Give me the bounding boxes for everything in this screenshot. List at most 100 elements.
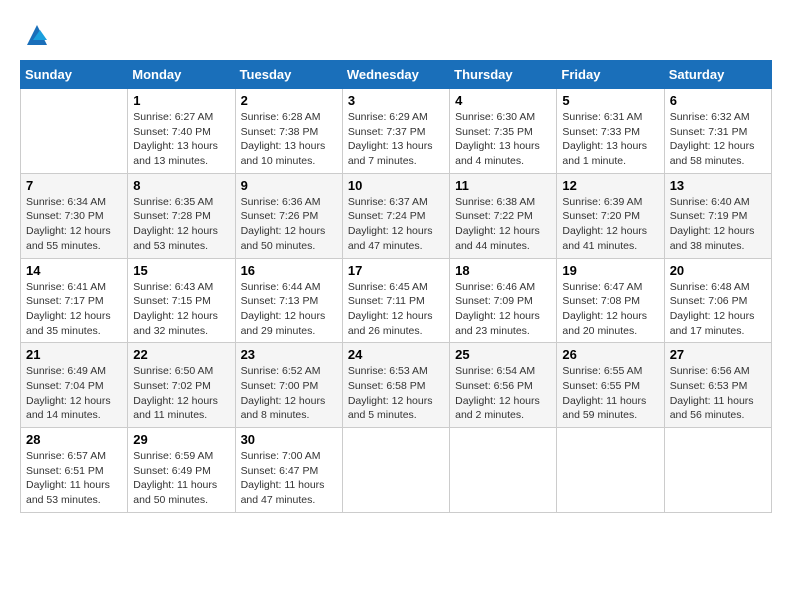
day-number: 18 <box>455 263 551 278</box>
day-cell: 26 Sunrise: 6:55 AMSunset: 6:55 PMDayligh… <box>557 343 664 428</box>
header-day-saturday: Saturday <box>664 61 771 89</box>
day-cell <box>450 428 557 513</box>
day-cell: 11 Sunrise: 6:38 AMSunset: 7:22 PMDayligh… <box>450 173 557 258</box>
cell-content: Sunrise: 6:40 AMSunset: 7:19 PMDaylight:… <box>670 195 766 254</box>
day-cell: 13 Sunrise: 6:40 AMSunset: 7:19 PMDayligh… <box>664 173 771 258</box>
day-number: 11 <box>455 178 551 193</box>
cell-content: Sunrise: 6:44 AMSunset: 7:13 PMDaylight:… <box>241 280 337 339</box>
day-cell: 28 Sunrise: 6:57 AMSunset: 6:51 PMDayligh… <box>21 428 128 513</box>
day-number: 5 <box>562 93 658 108</box>
day-number: 4 <box>455 93 551 108</box>
day-cell: 15Sunrise: 6:43 AMSunset: 7:15 PMDayligh… <box>128 258 235 343</box>
header-day-monday: Monday <box>128 61 235 89</box>
day-cell: 21 Sunrise: 6:49 AMSunset: 7:04 PMDayligh… <box>21 343 128 428</box>
day-number: 1 <box>133 93 229 108</box>
week-row-3: 14 Sunrise: 6:41 AMSunset: 7:17 PMDayligh… <box>21 258 772 343</box>
day-cell <box>557 428 664 513</box>
cell-content: Sunrise: 6:57 AMSunset: 6:51 PMDaylight:… <box>26 449 122 508</box>
day-number: 9 <box>241 178 337 193</box>
cell-content: Sunrise: 6:43 AMSunset: 7:15 PMDaylight:… <box>133 280 229 339</box>
cell-content: Sunrise: 6:50 AMSunset: 7:02 PMDaylight:… <box>133 364 229 423</box>
header-day-wednesday: Wednesday <box>342 61 449 89</box>
day-cell: 29 Sunrise: 6:59 AMSunset: 6:49 PMDayligh… <box>128 428 235 513</box>
day-cell: 30 Sunrise: 7:00 AMSunset: 6:47 PMDayligh… <box>235 428 342 513</box>
day-cell: 17 Sunrise: 6:45 AMSunset: 7:11 PMDayligh… <box>342 258 449 343</box>
day-number: 20 <box>670 263 766 278</box>
cell-content: Sunrise: 6:55 AMSunset: 6:55 PMDaylight:… <box>562 364 658 423</box>
day-number: 27 <box>670 347 766 362</box>
day-number: 22 <box>133 347 229 362</box>
header-row: SundayMondayTuesdayWednesdayThursdayFrid… <box>21 61 772 89</box>
day-cell: 25 Sunrise: 6:54 AMSunset: 6:56 PMDayligh… <box>450 343 557 428</box>
day-number: 26 <box>562 347 658 362</box>
calendar-table: SundayMondayTuesdayWednesdayThursdayFrid… <box>20 60 772 513</box>
day-cell: 3 Sunrise: 6:29 AMSunset: 7:37 PMDaylight… <box>342 89 449 174</box>
header-day-friday: Friday <box>557 61 664 89</box>
day-cell <box>21 89 128 174</box>
day-number: 30 <box>241 432 337 447</box>
header <box>20 20 772 50</box>
day-number: 10 <box>348 178 444 193</box>
cell-content: Sunrise: 6:46 AMSunset: 7:09 PMDaylight:… <box>455 280 551 339</box>
cell-content: Sunrise: 6:52 AMSunset: 7:00 PMDaylight:… <box>241 364 337 423</box>
cell-content: Sunrise: 6:48 AMSunset: 7:06 PMDaylight:… <box>670 280 766 339</box>
week-row-5: 28 Sunrise: 6:57 AMSunset: 6:51 PMDayligh… <box>21 428 772 513</box>
day-cell <box>342 428 449 513</box>
cell-content: Sunrise: 6:28 AMSunset: 7:38 PMDaylight:… <box>241 110 337 169</box>
cell-content: Sunrise: 6:56 AMSunset: 6:53 PMDaylight:… <box>670 364 766 423</box>
cell-content: Sunrise: 6:34 AMSunset: 7:30 PMDaylight:… <box>26 195 122 254</box>
day-number: 12 <box>562 178 658 193</box>
cell-content: Sunrise: 6:45 AMSunset: 7:11 PMDaylight:… <box>348 280 444 339</box>
day-cell: 14 Sunrise: 6:41 AMSunset: 7:17 PMDayligh… <box>21 258 128 343</box>
cell-content: Sunrise: 6:32 AMSunset: 7:31 PMDaylight:… <box>670 110 766 169</box>
day-cell: 12 Sunrise: 6:39 AMSunset: 7:20 PMDayligh… <box>557 173 664 258</box>
day-number: 7 <box>26 178 122 193</box>
day-number: 14 <box>26 263 122 278</box>
day-number: 28 <box>26 432 122 447</box>
day-cell: 27 Sunrise: 6:56 AMSunset: 6:53 PMDayligh… <box>664 343 771 428</box>
day-number: 6 <box>670 93 766 108</box>
cell-content: Sunrise: 6:39 AMSunset: 7:20 PMDaylight:… <box>562 195 658 254</box>
day-cell: 23 Sunrise: 6:52 AMSunset: 7:00 PMDayligh… <box>235 343 342 428</box>
day-number: 2 <box>241 93 337 108</box>
day-number: 23 <box>241 347 337 362</box>
day-number: 19 <box>562 263 658 278</box>
day-cell: 9 Sunrise: 6:36 AMSunset: 7:26 PMDaylight… <box>235 173 342 258</box>
cell-content: Sunrise: 6:36 AMSunset: 7:26 PMDaylight:… <box>241 195 337 254</box>
logo <box>20 20 52 50</box>
day-cell: 5 Sunrise: 6:31 AMSunset: 7:33 PMDaylight… <box>557 89 664 174</box>
day-cell: 1 Sunrise: 6:27 AMSunset: 7:40 PMDaylight… <box>128 89 235 174</box>
cell-content: Sunrise: 6:41 AMSunset: 7:17 PMDaylight:… <box>26 280 122 339</box>
cell-content: Sunrise: 6:47 AMSunset: 7:08 PMDaylight:… <box>562 280 658 339</box>
day-number: 8 <box>133 178 229 193</box>
header-day-sunday: Sunday <box>21 61 128 89</box>
day-cell: 6 Sunrise: 6:32 AMSunset: 7:31 PMDaylight… <box>664 89 771 174</box>
day-cell <box>664 428 771 513</box>
cell-content: Sunrise: 7:00 AMSunset: 6:47 PMDaylight:… <box>241 449 337 508</box>
day-number: 13 <box>670 178 766 193</box>
header-day-thursday: Thursday <box>450 61 557 89</box>
day-cell: 16Sunrise: 6:44 AMSunset: 7:13 PMDayligh… <box>235 258 342 343</box>
logo-icon <box>22 20 52 50</box>
day-number: 21 <box>26 347 122 362</box>
day-cell: 18 Sunrise: 6:46 AMSunset: 7:09 PMDayligh… <box>450 258 557 343</box>
week-row-4: 21 Sunrise: 6:49 AMSunset: 7:04 PMDayligh… <box>21 343 772 428</box>
day-number: 24 <box>348 347 444 362</box>
cell-content: Sunrise: 6:29 AMSunset: 7:37 PMDaylight:… <box>348 110 444 169</box>
cell-content: Sunrise: 6:54 AMSunset: 6:56 PMDaylight:… <box>455 364 551 423</box>
day-number: 3 <box>348 93 444 108</box>
cell-content: Sunrise: 6:38 AMSunset: 7:22 PMDaylight:… <box>455 195 551 254</box>
day-number: 29 <box>133 432 229 447</box>
cell-content: Sunrise: 6:59 AMSunset: 6:49 PMDaylight:… <box>133 449 229 508</box>
cell-content: Sunrise: 6:37 AMSunset: 7:24 PMDaylight:… <box>348 195 444 254</box>
day-number: 25 <box>455 347 551 362</box>
day-cell: 19 Sunrise: 6:47 AMSunset: 7:08 PMDayligh… <box>557 258 664 343</box>
cell-content: Sunrise: 6:27 AMSunset: 7:40 PMDaylight:… <box>133 110 229 169</box>
day-cell: 10 Sunrise: 6:37 AMSunset: 7:24 PMDayligh… <box>342 173 449 258</box>
header-day-tuesday: Tuesday <box>235 61 342 89</box>
cell-content: Sunrise: 6:31 AMSunset: 7:33 PMDaylight:… <box>562 110 658 169</box>
cell-content: Sunrise: 6:49 AMSunset: 7:04 PMDaylight:… <box>26 364 122 423</box>
week-row-2: 7 Sunrise: 6:34 AMSunset: 7:30 PMDaylight… <box>21 173 772 258</box>
day-number: 17 <box>348 263 444 278</box>
day-cell: 7 Sunrise: 6:34 AMSunset: 7:30 PMDaylight… <box>21 173 128 258</box>
